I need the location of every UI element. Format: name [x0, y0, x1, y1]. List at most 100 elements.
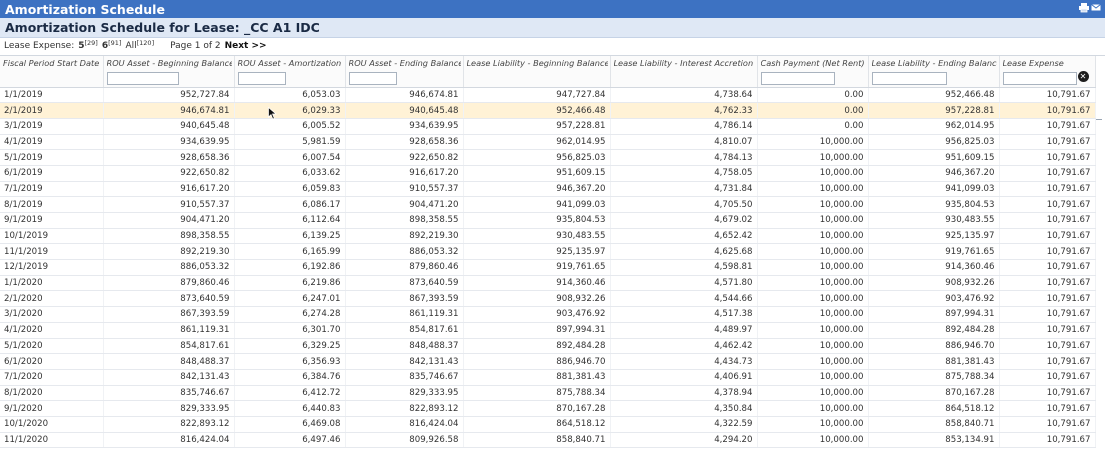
cell-value: 4,406.91	[610, 369, 758, 386]
cell-value: 861,119.31	[103, 322, 235, 339]
cell-value: 919,761.65	[463, 259, 611, 276]
table-row[interactable]: 4/1/2020 861,119.31 6,301.70 854,817.61 897,…	[0, 322, 1096, 339]
col-header-liab-interest[interactable]: Lease Liability - Interest Accretion	[610, 56, 758, 88]
col-header-period[interactable]: Fiscal Period Start Date	[0, 56, 104, 88]
cell-value: 6,356.93	[234, 353, 346, 370]
cell-value: 853,134.91	[868, 432, 1000, 449]
filter-input-rou-end[interactable]	[348, 72, 397, 85]
cell-value: 935,804.53	[868, 196, 1000, 213]
cell-value: 6,112.64	[234, 212, 346, 229]
cell-value: 6,412.72	[234, 385, 346, 402]
column-menu-icon[interactable]	[1096, 119, 1102, 120]
col-header-liab-end[interactable]: Lease Liability - Ending Balance	[868, 56, 1000, 88]
cell-period: 7/1/2019	[0, 181, 104, 198]
cell-value: 6,139.25	[234, 228, 346, 245]
table-row[interactable]: 3/1/2020 867,393.59 6,274.28 861,119.31 903,…	[0, 306, 1096, 323]
cell-value: 886,946.70	[463, 353, 611, 370]
cell-value: 910,557.37	[103, 196, 235, 213]
cell-value: 886,053.32	[345, 243, 464, 261]
table-row[interactable]: 10/1/2020 822,893.12 6,469.08 816,424.04 864…	[0, 416, 1096, 433]
table-row[interactable]: 3/1/2019 940,645.48 6,005.52 934,639.95 957,…	[0, 118, 1096, 135]
cell-value: 914,360.46	[868, 259, 1000, 276]
clear-filter-icon[interactable]: ✕	[1077, 71, 1089, 82]
cell-value: 4,786.14	[610, 118, 758, 135]
col-header-cash-payment[interactable]: Cash Payment (Net Rent)	[757, 56, 869, 88]
cell-period: 12/1/2019	[0, 259, 104, 276]
cell-value: 10,791.67	[999, 181, 1096, 198]
cell-value: 957,228.81	[868, 102, 1000, 119]
col-header-rou-amort[interactable]: ROU Asset - Amortization	[234, 56, 346, 88]
header-row: Fiscal Period Start Date ROU Asset - Beg…	[0, 56, 1096, 88]
cell-value: 4,571.80	[610, 275, 758, 292]
filter-input-lease-expense[interactable]	[1002, 72, 1077, 85]
cell-value: 842,131.43	[345, 353, 464, 370]
next-page-link[interactable]: Next >>	[225, 41, 267, 51]
cell-value: 916,617.20	[103, 181, 235, 198]
cell-value: 4,544.66	[610, 290, 758, 308]
table-row[interactable]: 8/1/2020 835,746.67 6,412.72 829,333.95 875,…	[0, 385, 1096, 402]
filter-input-rou-begin[interactable]	[106, 72, 179, 85]
table-row[interactable]: 1/1/2019 952,727.84 6,053.03 946,674.81 947,…	[0, 87, 1096, 104]
cell-period: 8/1/2019	[0, 196, 104, 213]
cell-value: 4,378.94	[610, 385, 758, 402]
table-row[interactable]: 8/1/2019 910,557.37 6,086.17 904,471.20 941,…	[0, 196, 1096, 213]
cell-value: 4,517.38	[610, 306, 758, 323]
filter-option-5[interactable]: 5[29]	[78, 39, 98, 51]
cell-value: 928,658.36	[103, 149, 235, 166]
table-row[interactable]: 7/1/2019 916,617.20 6,059.83 910,557.37 946,…	[0, 181, 1096, 198]
cell-value: 854,817.61	[345, 322, 464, 339]
table-row[interactable]: 5/1/2020 854,817.61 6,329.25 848,488.37 892,…	[0, 338, 1096, 355]
cell-value: 10,791.67	[999, 228, 1096, 245]
table-row[interactable]: 11/1/2020 816,424.04 6,497.46 809,926.58 858…	[0, 432, 1096, 449]
filter-option-all[interactable]: All[120]	[125, 39, 154, 51]
col-header-rou-end[interactable]: ROU Asset - Ending Balance	[345, 56, 464, 88]
table-row[interactable]: 7/1/2020 842,131.43 6,384.76 835,746.67 881,…	[0, 369, 1096, 386]
email-icon[interactable]	[1091, 2, 1101, 13]
cell-value: 848,488.37	[345, 338, 464, 355]
cell-value: 908,932.26	[868, 275, 1000, 292]
cell-value: 4,294.20	[610, 432, 758, 449]
mouse-cursor-icon	[268, 107, 277, 120]
cell-value: 10,000.00	[757, 259, 869, 276]
cell-period: 11/1/2020	[0, 432, 104, 449]
cell-value: 934,639.95	[345, 118, 464, 135]
table-row[interactable]: 4/1/2019 934,639.95 5,981.59 928,658.36 962,…	[0, 134, 1096, 151]
table-row[interactable]: 12/1/2019 886,053.32 6,192.86 879,860.46 919…	[0, 259, 1096, 276]
cell-value: 903,476.92	[463, 306, 611, 323]
col-header-liab-begin[interactable]: Lease Liability - Beginning Balance	[463, 56, 611, 88]
cell-value: 861,119.31	[345, 306, 464, 323]
filter-input-cash-payment[interactable]	[760, 72, 835, 85]
col-header-rou-begin[interactable]: ROU Asset - Beginning Balance	[103, 56, 235, 88]
filter-input-rou-amort[interactable]	[237, 72, 286, 85]
table-row[interactable]: 9/1/2019 904,471.20 6,112.64 898,358.55 935,…	[0, 212, 1096, 229]
filter-option-6[interactable]: 6[91]	[102, 39, 122, 51]
cell-value: 892,219.30	[103, 243, 235, 261]
table-row[interactable]: 6/1/2019 922,650.82 6,033.62 916,617.20 951,…	[0, 165, 1096, 182]
cell-value: 822,893.12	[345, 400, 464, 417]
table-row[interactable]: 6/1/2020 848,488.37 6,356.93 842,131.43 886,…	[0, 353, 1096, 370]
cell-value: 867,393.59	[345, 290, 464, 308]
table-row[interactable]: 5/1/2019 928,658.36 6,007.54 922,650.82 956,…	[0, 149, 1096, 166]
cell-value: 10,791.67	[999, 134, 1096, 151]
cell-value: 6,219.86	[234, 275, 346, 292]
table-row[interactable]: 2/1/2019 946,674.81 6,029.33 940,645.48 952,…	[0, 102, 1096, 119]
filter-input-liab-end[interactable]	[871, 72, 947, 85]
cell-value: 867,393.59	[103, 306, 235, 323]
print-icon[interactable]	[1079, 2, 1089, 13]
window-titlebar: Amortization Schedule	[0, 0, 1105, 18]
cell-value: 10,000.00	[757, 228, 869, 245]
cell-value: 6,301.70	[234, 322, 346, 339]
cell-period: 10/1/2019	[0, 228, 104, 245]
table-row[interactable]: 11/1/2019 892,219.30 6,165.99 886,053.32 925…	[0, 243, 1096, 261]
col-header-lease-expense[interactable]: Lease Expense ✕	[999, 56, 1096, 88]
table-row[interactable]: 2/1/2020 873,640.59 6,247.01 867,393.59 908,…	[0, 290, 1096, 308]
cell-value: 6,086.17	[234, 196, 346, 213]
table-row[interactable]: 9/1/2020 829,333.95 6,440.83 822,893.12 870,…	[0, 400, 1096, 417]
cell-value: 10,791.67	[999, 353, 1096, 370]
cell-value: 892,484.28	[868, 322, 1000, 339]
lease-title: Amortization Schedule for Lease: _CC A1 …	[0, 18, 1105, 38]
table-row[interactable]: 1/1/2020 879,860.46 6,219.86 873,640.59 914,…	[0, 275, 1096, 292]
table-row[interactable]: 10/1/2019 898,358.55 6,139.25 892,219.30 930…	[0, 228, 1096, 245]
cell-period: 9/1/2019	[0, 212, 104, 229]
cell-value: 10,791.67	[999, 149, 1096, 166]
